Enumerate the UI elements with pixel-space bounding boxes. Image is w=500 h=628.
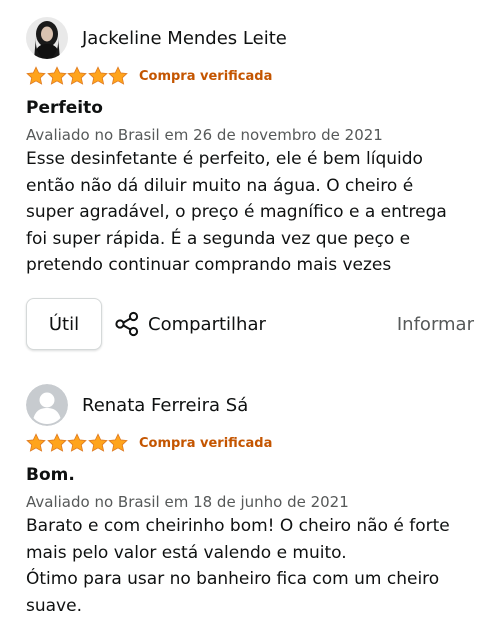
review-text: Barato e com cheirinho bom! O cheiro não… [26, 513, 500, 619]
star-icon [26, 66, 46, 85]
star-rating[interactable] [26, 433, 129, 453]
star-icon [87, 433, 108, 452]
verified-purchase-badge: Compra verificada [138, 435, 273, 451]
review-text-line: mais pelo valor está valendo e muito. [26, 542, 347, 563]
review-text: Esse desinfetante é perfeito, ele é bem … [26, 146, 500, 279]
verified-purchase-badge: Compra verificada [138, 68, 273, 84]
star-icon [67, 433, 88, 452]
review-title: Perfeito [26, 98, 103, 118]
review-date: Avaliado no Brasil em 26 de novembro de … [26, 126, 383, 144]
star-icon [108, 433, 129, 452]
star-icon [87, 66, 108, 85]
reviewer-avatar [26, 17, 68, 59]
profile-photo-icon [26, 17, 68, 59]
review-card: Renata Ferreira Sá Compra verificada Bom… [26, 383, 500, 619]
share-icon [115, 311, 139, 337]
review-text-line: Esse desinfetante é perfeito, ele é bem … [26, 149, 423, 169]
review-text-line: foi super rápida. É a segunda vez que pe… [26, 228, 411, 249]
reviewer-name: Jackeline Mendes Leite [82, 27, 287, 49]
share-button[interactable]: Compartilhar [114, 311, 266, 337]
review-date: Avaliado no Brasil em 18 de junho de 202… [26, 493, 349, 511]
star-icon [46, 433, 67, 452]
default-avatar-icon [26, 384, 68, 426]
star-icon [46, 66, 67, 85]
report-link[interactable]: Informar [397, 314, 474, 335]
review-text-line: então não dá diluir muito na água. O che… [26, 175, 414, 196]
share-label: Compartilhar [148, 313, 266, 335]
star-rating[interactable] [26, 66, 129, 86]
star-icon [26, 433, 46, 452]
review-text-line: super agradável, o preço é magnífico e a… [26, 202, 447, 222]
rating-row: Compra verificada [26, 64, 500, 88]
rating-row: Compra verificada [26, 431, 500, 455]
review-text-line: Barato e com cheirinho bom! O cheiro não… [26, 516, 450, 536]
helpful-button[interactable]: Útil [26, 298, 102, 350]
review-actions: Útil Compartilhar Informar [26, 297, 474, 351]
reviewer-profile[interactable]: Renata Ferreira Sá [26, 383, 500, 427]
review-card: Jackeline Mendes Leite Compra verificada… [26, 16, 500, 279]
review-text-line: Ótimo para usar no banheiro fica com um … [26, 569, 440, 589]
star-icon [108, 66, 129, 85]
reviewer-avatar [26, 384, 68, 426]
review-text-line: suave. [26, 595, 82, 616]
reviewer-name: Renata Ferreira Sá [82, 394, 249, 416]
review-text-line: pretendo continuar comprando mais vezes [26, 255, 392, 275]
star-icon [67, 66, 88, 85]
reviewer-profile[interactable]: Jackeline Mendes Leite [26, 16, 500, 60]
review-title: Bom. [26, 465, 75, 485]
